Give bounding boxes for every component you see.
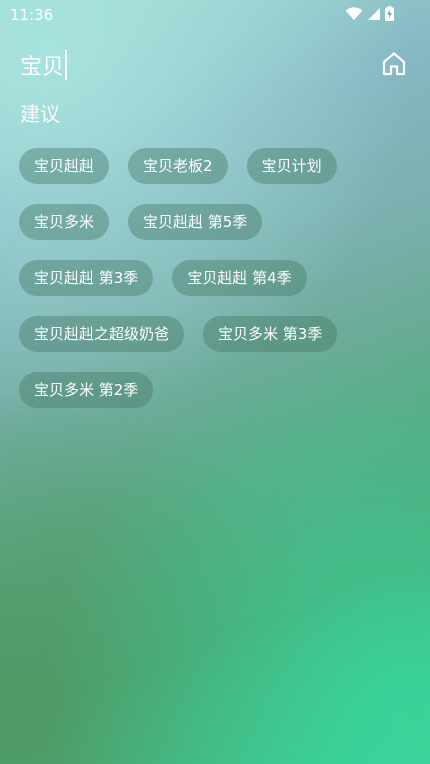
- suggestion-chip[interactable]: 宝贝赳赳 第5季: [128, 204, 263, 240]
- suggestion-chip[interactable]: 宝贝多米 第3季: [203, 316, 338, 352]
- home-button[interactable]: [380, 50, 408, 78]
- battery-charging-icon: [385, 6, 394, 21]
- suggestion-chip[interactable]: 宝贝赳赳 第3季: [19, 260, 154, 296]
- search-query: 宝贝: [20, 55, 65, 80]
- suggestion-chip[interactable]: 宝贝赳赳: [19, 148, 110, 184]
- suggestion-row: 宝贝赳赳之超级奶爸 宝贝多米 第3季: [19, 316, 414, 352]
- text-cursor: [65, 50, 68, 80]
- suggestion-row: 宝贝多米 第2季: [19, 372, 414, 408]
- search-input[interactable]: 宝贝: [20, 48, 360, 82]
- wifi-icon: [345, 6, 363, 21]
- suggestions-title: 建议: [20, 102, 60, 126]
- suggestion-list: 宝贝赳赳 宝贝老板2 宝贝计划 宝贝多米 宝贝赳赳 第5季 宝贝赳赳 第3季 宝…: [19, 148, 414, 428]
- suggestion-row: 宝贝多米 宝贝赳赳 第5季: [19, 204, 414, 240]
- suggestion-row: 宝贝赳赳 第3季 宝贝赳赳 第4季: [19, 260, 414, 296]
- suggestion-row: 宝贝赳赳 宝贝老板2 宝贝计划: [19, 148, 414, 184]
- status-icons: [345, 6, 394, 21]
- status-bar: 11:36: [0, 0, 430, 30]
- suggestion-chip[interactable]: 宝贝老板2: [128, 148, 228, 184]
- status-time: 11:36: [10, 6, 54, 24]
- screen: 11:36 宝贝 建议 宝贝赳赳 宝贝老板2 宝贝计划 宝贝多米 宝贝赳赳 第5…: [0, 0, 430, 764]
- suggestion-chip[interactable]: 宝贝多米 第2季: [19, 372, 154, 408]
- suggestion-chip[interactable]: 宝贝赳赳 第4季: [172, 260, 307, 296]
- suggestion-chip[interactable]: 宝贝赳赳之超级奶爸: [19, 316, 185, 352]
- home-icon: [380, 52, 408, 82]
- search-bar: 宝贝: [20, 48, 410, 82]
- cellular-signal-icon: [367, 7, 381, 21]
- suggestion-chip[interactable]: 宝贝计划: [246, 148, 337, 184]
- suggestion-chip[interactable]: 宝贝多米: [19, 204, 110, 240]
